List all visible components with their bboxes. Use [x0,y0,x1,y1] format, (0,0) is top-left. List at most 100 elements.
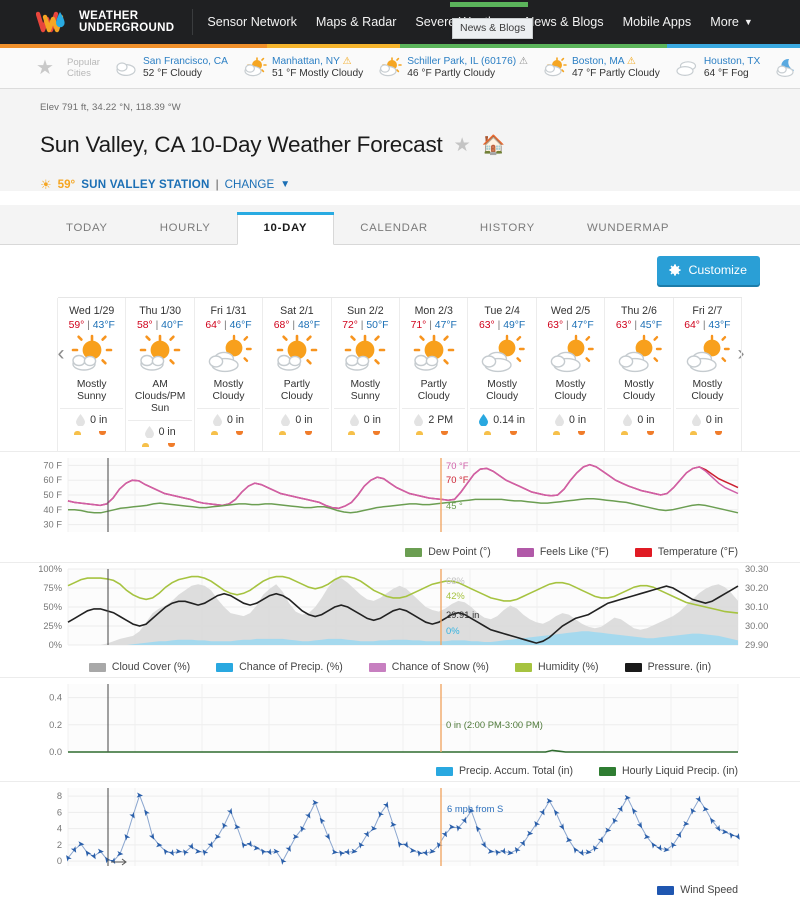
forecast-precip: 0 in [675,408,740,430]
forecast-day: Thu 2/6 [620,305,657,318]
site-logo[interactable]: WEATHER UNDERGROUND [36,8,174,36]
nav-hover-indicator [450,2,528,7]
wind-legend: Wind Speed [0,882,800,900]
alert-warning-icon[interactable]: ⚠ [627,56,636,67]
sunset-marker [714,431,722,436]
svg-text:60 F: 60 F [43,475,62,485]
tab-10-day[interactable]: 10-DAY [236,212,335,246]
forecast-low: 43°F [708,320,731,332]
set-home-icon[interactable]: 🏠 [482,136,506,155]
svg-text:0.2: 0.2 [49,720,62,730]
forecast-card[interactable]: Thu 1/30 58° | 40°F AM Clouds/PM Sun 0 in [125,298,195,452]
sunrise-sunset-markers [197,430,260,439]
nav-item-mobile-apps[interactable]: Mobile Apps [623,15,692,29]
station-name[interactable]: SUN VALLEY STATION [81,178,209,191]
city-item-schiller-park[interactable]: Schiller Park, IL (60176) ⚠ 46 °F Partly … [377,56,528,81]
sunrise-marker [689,431,697,436]
popular-cities-label: Popular Cities [66,57,101,79]
legend-item[interactable]: Precip. Accum. Total (in) [435,765,573,777]
forecast-card[interactable]: Thu 2/6 63° | 45°F Mostly Cloudy 0 in [604,298,674,452]
forecast-card[interactable]: Fri 1/31 64° | 46°F Mostly Cloudy 0 in [193,298,264,452]
forecast-card[interactable]: Wed 2/5 63° | 47°F Mostly Cloudy 0 in [535,298,606,452]
tab-hourly[interactable]: HOURLY [134,212,237,244]
legend-item[interactable]: Hourly Liquid Precip. (in) [599,765,738,777]
forecast-high: 64° [684,320,700,332]
forecast-card[interactable]: Fri 2/7 64° | 43°F Mostly Cloudy 0 in [672,298,743,452]
city-condition: 47 °F Partly Cloudy [571,68,660,79]
forecast-precip: 0 in [333,408,398,430]
cloudy-icon [113,57,139,79]
elevation-coordinates: Elev 791 ft, 34.22 °N, 118.39 °W [40,102,181,113]
svg-text:42%: 42% [446,590,465,601]
legend-item[interactable]: Feels Like (°F) [516,546,609,558]
station-row: ☀ 59° SUN VALLEY STATION | CHANGE ▼ [40,178,800,191]
legend-item[interactable]: Humidity (%) [514,661,599,673]
mostly-sunny-icon [60,333,123,377]
city-item-boston[interactable]: Boston, MA ⚠ 47 °F Partly Cloudy [542,56,660,81]
forecast-precip-value: 0 in [637,414,655,427]
city-name: Boston, MA [571,55,625,67]
tab-history[interactable]: HISTORY [454,212,561,244]
legend-label: Chance of Snow (%) [391,661,489,674]
sunrise-sunset-markers [265,430,328,439]
drop-outline-icon [623,414,633,427]
forecast-card[interactable]: Sat 2/1 68° | 48°F Partly Cloudy 0 in [262,298,332,452]
forecast-day: Mon 2/3 [414,305,453,318]
forecast-card[interactable]: Wed 1/29 59° | 43°F Mostly Sunny 0 in [57,298,127,452]
sunset-marker [646,431,654,436]
forecast-temps: 64° | 43°F [684,320,731,332]
svg-text:68%: 68% [446,575,465,586]
alert-warning-icon[interactable]: ⚠ [343,56,352,67]
nav-item-maps-radar[interactable]: Maps & Radar [316,15,397,29]
forecast-precip: 0 in [607,408,671,430]
legend-item[interactable]: Cloud Cover (%) [88,661,190,673]
legend-item[interactable]: Chance of Snow (%) [368,661,489,674]
legend-item[interactable]: Dew Point (°) [405,546,491,558]
legend-swatch [634,547,652,557]
legend-item[interactable]: Pressure. (in) [624,661,711,673]
forecast-card[interactable]: Mon 2/3 71° | 47°F Partly Cloudy 2 PM [399,298,469,452]
city-item-st-jamess[interactable]: St James's, Eng45 °F Mostly Cl [774,56,800,81]
svg-text:0.4: 0.4 [49,693,62,703]
forecast-low: 46°F [229,320,252,332]
customize-label: Customize [688,263,747,278]
separator: | [215,178,219,192]
forecast-day: Thu 1/30 [139,305,182,318]
forecast-low: 40°F [161,320,184,332]
tab-wundermap[interactable]: WUNDERMAP [561,212,695,244]
city-item-manhattan[interactable]: Manhattan, NY ⚠ 51 °F Mostly Cloudy [242,56,363,81]
change-station-link[interactable]: CHANGE [225,178,275,191]
forecast-card[interactable]: Tue 2/4 63° | 49°F Mostly Cloudy 0.14 in [467,298,537,452]
city-list: San Francisco, CA 52 °F Cloudy Manhattan,… [113,56,800,81]
legend-item[interactable]: Wind Speed [657,884,738,896]
chevron-down-icon[interactable]: ▼ [280,179,290,190]
nav-item-more[interactable]: More ▼ [710,15,753,29]
forecast-precip: 0 in [538,408,603,430]
precip-legend: Precip. Accum. Total (in) Hourly Liquid P… [0,763,800,781]
tab-today[interactable]: TODAY [40,212,134,244]
sunrise-sunset-markers [607,430,670,439]
sunrise-marker [484,431,492,436]
temperature-chart[interactable]: 30 F 40 F 50 F 60 F 70 F 70 °F 70 °F 45 ° Dew Po… [0,451,800,562]
forecast-high: 68° [273,320,290,332]
favorite-star-icon[interactable]: ★ [454,136,471,155]
legend-item[interactable]: Temperature (°F) [634,546,738,558]
humidity-pressure-chart[interactable]: 0% 25% 50% 75% 100% 29.90 30.00 30.10 30.20 30.30… [0,562,800,677]
favorites-star-icon[interactable]: ★ [36,58,54,78]
temperature-legend: Dew Point (°) Feels Like (°F) Temperature … [0,544,800,562]
forecast-precip-value: 0 in [363,414,381,427]
forecast-high: 63° [479,320,495,332]
customize-button[interactable]: Customize [657,256,760,286]
tab-calendar[interactable]: CALENDAR [334,212,454,244]
forecast-temps: 64° | 46°F [205,320,252,332]
legend-item[interactable]: Chance of Precip. (%) [216,661,343,673]
city-item-san-francisco[interactable]: San Francisco, CA 52 °F Cloudy [113,56,228,81]
forecast-card[interactable]: Sun 2/2 72° | 50°F Mostly Sunny 0 in [330,298,401,452]
city-item-houston[interactable]: Houston, TX 64 °F Fog [674,56,760,81]
wind-speed-chart[interactable]: 0 2 4 6 8 6 mph from S Wind Speed [0,781,800,900]
nav-item-sensor-network[interactable]: Sensor Network [207,15,297,29]
alert-warning-icon[interactable]: ⚠ [519,56,528,67]
nav-item-news-blogs[interactable]: News & Blogs [525,15,603,29]
forecast-precip: 0 in [128,420,192,442]
precipitation-chart[interactable]: 0.0 0.2 0.4 0 in (2:00 PM-3:00 PM) Precip. A… [0,677,800,781]
